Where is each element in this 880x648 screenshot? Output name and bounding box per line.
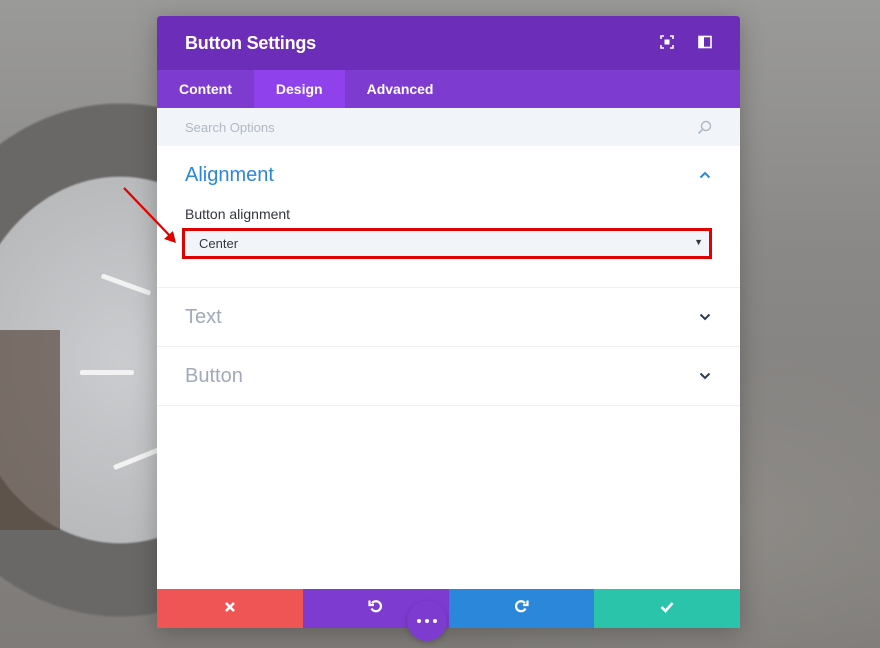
tab-bar: Content Design Advanced [157, 70, 740, 108]
section-button-title: Button [185, 364, 243, 387]
modal-title: Button Settings [185, 32, 316, 53]
search-bar [157, 108, 740, 146]
section-text-title: Text [185, 305, 222, 328]
select-value: Center [199, 236, 239, 251]
settings-modal: Button Settings Content Design Advanced [157, 16, 740, 641]
dropdown-arrow-icon: ▼ [694, 237, 703, 247]
tab-advanced[interactable]: Advanced [345, 70, 456, 108]
section-button-header[interactable]: Button [185, 347, 712, 405]
red-arrow-annotation [123, 187, 176, 243]
section-alignment-title: Alignment [185, 163, 274, 186]
section-text-header[interactable]: Text [185, 288, 712, 346]
background-watch-tick [80, 370, 134, 375]
more-options-button[interactable] [407, 601, 447, 641]
section-alignment: Alignment Button alignment Center ▼ [157, 146, 740, 288]
check-icon [660, 600, 674, 618]
sidebar-toggle-icon[interactable] [698, 35, 712, 49]
fullscreen-icon[interactable] [660, 35, 674, 49]
redo-button[interactable] [448, 589, 595, 628]
redo-icon [513, 598, 529, 619]
modal-footer [157, 589, 740, 628]
chevron-down-icon[interactable] [698, 369, 712, 383]
button-alignment-label: Button alignment [185, 206, 291, 222]
chevron-up-icon[interactable] [698, 168, 712, 182]
section-alignment-header[interactable]: Alignment [185, 146, 712, 204]
section-button: Button [157, 347, 740, 406]
tab-design[interactable]: Design [253, 70, 345, 108]
more-dots-icon [417, 619, 437, 623]
background-watch-strap [0, 330, 60, 530]
save-button[interactable] [594, 589, 740, 628]
tab-content[interactable]: Content [157, 70, 254, 108]
modal-header: Button Settings [157, 16, 740, 70]
chevron-down-icon[interactable] [698, 310, 712, 324]
search-input[interactable] [185, 119, 665, 135]
undo-icon [368, 598, 384, 619]
section-text: Text [157, 288, 740, 347]
cancel-button[interactable] [157, 589, 303, 628]
close-icon [224, 600, 236, 618]
search-icon[interactable] [697, 120, 712, 140]
button-alignment-select[interactable]: Center ▼ [182, 228, 712, 259]
